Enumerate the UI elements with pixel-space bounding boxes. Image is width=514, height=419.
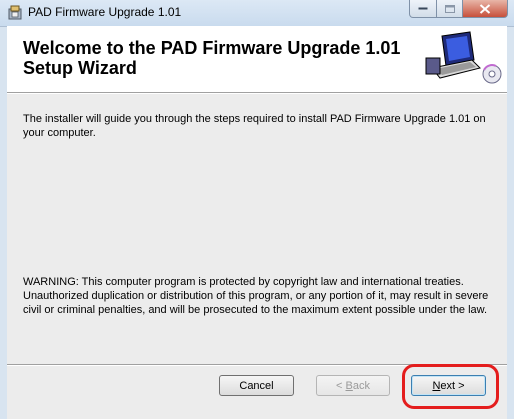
cancel-button-label: Cancel (239, 380, 274, 392)
maximize-button[interactable] (437, 0, 463, 18)
page-title-line-2: Setup Wizard (23, 58, 137, 78)
maximize-icon (444, 4, 455, 13)
header-divider (7, 93, 507, 94)
cancel-button[interactable]: Cancel (219, 375, 294, 396)
window-title: PAD Firmware Upgrade 1.01 (28, 5, 182, 19)
minimize-button[interactable] (409, 0, 437, 18)
back-button[interactable]: < Back (316, 375, 390, 396)
page-title-line-1: Welcome to the PAD Firmware Upgrade 1.01 (23, 38, 401, 58)
wizard-header: Welcome to the PAD Firmware Upgrade 1.01… (7, 26, 507, 93)
page-title: Welcome to the PAD Firmware Upgrade 1.01… (23, 38, 403, 78)
title-bar[interactable]: PAD Firmware Upgrade 1.01 (0, 0, 514, 27)
close-icon (479, 3, 491, 14)
copyright-warning-text: WARNING: This computer program is protec… (23, 276, 489, 316)
close-button[interactable] (463, 0, 508, 18)
computer-setup-icon (425, 31, 502, 84)
installer-app-icon (7, 4, 23, 20)
red-highlight-annotation (402, 364, 499, 409)
minimize-icon (418, 7, 428, 9)
intro-text: The installer will guide you through the… (23, 113, 486, 139)
setup-wizard-dialog: Welcome to the PAD Firmware Upgrade 1.01… (7, 26, 507, 419)
